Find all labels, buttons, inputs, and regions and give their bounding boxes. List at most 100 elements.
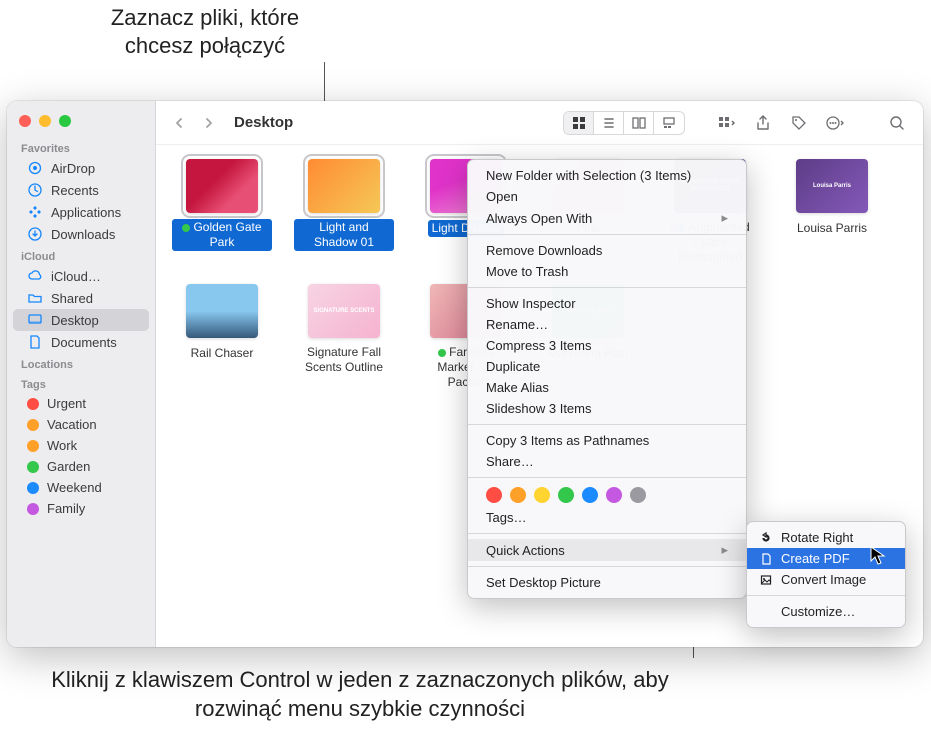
ctx-tag-colors: [468, 483, 746, 507]
separator: [468, 424, 746, 425]
ctx-open-with[interactable]: Always Open With▸: [468, 207, 746, 229]
sidebar-tag-family[interactable]: Family: [13, 498, 149, 519]
forward-button[interactable]: [198, 112, 220, 134]
ctx-quick-actions[interactable]: Quick Actions▸: [468, 539, 746, 561]
view-icons[interactable]: [564, 112, 594, 134]
ctx-copy-path[interactable]: Copy 3 Items as Pathnames: [468, 430, 746, 451]
tag-dot: [27, 503, 39, 515]
tag-color-swatch[interactable]: [510, 487, 526, 503]
tag-color-swatch[interactable]: [582, 487, 598, 503]
sidebar-item-label: Garden: [47, 459, 90, 474]
ctx-remove-downloads[interactable]: Remove Downloads: [468, 240, 746, 261]
file-item[interactable]: SIGNATURE SCENTS Signature Fall Scents O…: [294, 284, 394, 391]
clock-icon: [27, 182, 43, 198]
separator: [747, 595, 905, 596]
sidebar: Favorites AirDrop Recents Applications D…: [7, 101, 156, 647]
file-name: Light and Shadow 01: [294, 219, 394, 251]
apps-icon: [27, 204, 43, 220]
view-columns[interactable]: [624, 112, 654, 134]
file-item[interactable]: Golden Gate Park: [172, 159, 272, 266]
sidebar-item-downloads[interactable]: Downloads: [13, 223, 149, 245]
chevron-right-icon: ▸: [721, 210, 728, 226]
desktop-icon: [27, 312, 43, 328]
file-thumbnail: [186, 159, 258, 213]
ctx-open[interactable]: Open: [468, 186, 746, 207]
file-item[interactable]: Louisa Parris Louisa Parris: [782, 159, 882, 266]
view-list[interactable]: [594, 112, 624, 134]
tag-color-swatch[interactable]: [534, 487, 550, 503]
close-button[interactable]: [19, 115, 31, 127]
ctx-set-desktop[interactable]: Set Desktop Picture: [468, 572, 746, 593]
context-menu: New Folder with Selection (3 Items) Open…: [467, 159, 747, 599]
finder-window: Favorites AirDrop Recents Applications D…: [7, 101, 923, 647]
rotate-icon: [759, 531, 773, 545]
sidebar-tag-vacation[interactable]: Vacation: [13, 414, 149, 435]
tag-color-swatch[interactable]: [606, 487, 622, 503]
sidebar-section-favorites: Favorites: [7, 141, 155, 157]
sub-rotate-right[interactable]: Rotate Right: [747, 527, 905, 548]
sidebar-section-icloud: iCloud: [7, 249, 155, 265]
file-item[interactable]: Light and Shadow 01: [294, 159, 394, 266]
view-gallery[interactable]: [654, 112, 684, 134]
file-thumbnail: [186, 284, 258, 338]
search-button[interactable]: [883, 111, 911, 135]
sidebar-item-icloud[interactable]: iCloud…: [13, 265, 149, 287]
ctx-share[interactable]: Share…: [468, 451, 746, 472]
folder-icon: [27, 290, 43, 306]
sidebar-item-label: Urgent: [47, 396, 86, 411]
group-button[interactable]: [713, 111, 741, 135]
ctx-alias[interactable]: Make Alias: [468, 377, 746, 398]
zoom-button[interactable]: [59, 115, 71, 127]
ctx-duplicate[interactable]: Duplicate: [468, 356, 746, 377]
download-icon: [27, 226, 43, 242]
file-item[interactable]: Rail Chaser: [172, 284, 272, 391]
sub-create-pdf[interactable]: Create PDF: [747, 548, 905, 569]
ctx-inspector[interactable]: Show Inspector: [468, 293, 746, 314]
ctx-tags[interactable]: Tags…: [468, 507, 746, 528]
sidebar-item-applications[interactable]: Applications: [13, 201, 149, 223]
window-title: Desktop: [234, 114, 293, 131]
tag-color-swatch[interactable]: [486, 487, 502, 503]
separator: [468, 533, 746, 534]
toolbar: Desktop: [156, 101, 923, 145]
sidebar-item-desktop[interactable]: Desktop: [13, 309, 149, 331]
sub-customize[interactable]: Customize…: [747, 601, 905, 622]
doc-icon: [27, 334, 43, 350]
sub-item-label: Convert Image: [781, 572, 866, 587]
file-name: Louisa Parris: [793, 220, 871, 237]
sub-convert-image[interactable]: Convert Image: [747, 569, 905, 590]
separator: [468, 566, 746, 567]
sidebar-item-label: AirDrop: [51, 161, 95, 176]
tag-dot: [27, 398, 39, 410]
doc-icon: [759, 552, 773, 566]
more-button[interactable]: [821, 111, 849, 135]
sidebar-item-label: Recents: [51, 183, 99, 198]
tag-color-swatch[interactable]: [630, 487, 646, 503]
back-button[interactable]: [168, 112, 190, 134]
ctx-rename[interactable]: Rename…: [468, 314, 746, 335]
sidebar-section-tags: Tags: [7, 377, 155, 393]
sidebar-item-label: Family: [47, 501, 85, 516]
sidebar-tag-work[interactable]: Work: [13, 435, 149, 456]
tag-color-swatch[interactable]: [558, 487, 574, 503]
ctx-trash[interactable]: Move to Trash: [468, 261, 746, 282]
airdrop-icon: [27, 160, 43, 176]
window-controls: [7, 111, 155, 137]
sidebar-tag-garden[interactable]: Garden: [13, 456, 149, 477]
minimize-button[interactable]: [39, 115, 51, 127]
sidebar-item-recents[interactable]: Recents: [13, 179, 149, 201]
sidebar-item-documents[interactable]: Documents: [13, 331, 149, 353]
ctx-new-folder[interactable]: New Folder with Selection (3 Items): [468, 165, 746, 186]
file-name: Rail Chaser: [187, 345, 258, 362]
sidebar-item-shared[interactable]: Shared: [13, 287, 149, 309]
annotation-bottom: Kliknij z klawiszem Control w jeden z za…: [50, 666, 670, 723]
ctx-slideshow[interactable]: Slideshow 3 Items: [468, 398, 746, 419]
sub-item-label: Customize…: [781, 604, 855, 619]
tag-dot: [27, 482, 39, 494]
tags-button[interactable]: [785, 111, 813, 135]
sidebar-tag-urgent[interactable]: Urgent: [13, 393, 149, 414]
sidebar-item-airdrop[interactable]: AirDrop: [13, 157, 149, 179]
ctx-compress[interactable]: Compress 3 Items: [468, 335, 746, 356]
share-button[interactable]: [749, 111, 777, 135]
sidebar-tag-weekend[interactable]: Weekend: [13, 477, 149, 498]
